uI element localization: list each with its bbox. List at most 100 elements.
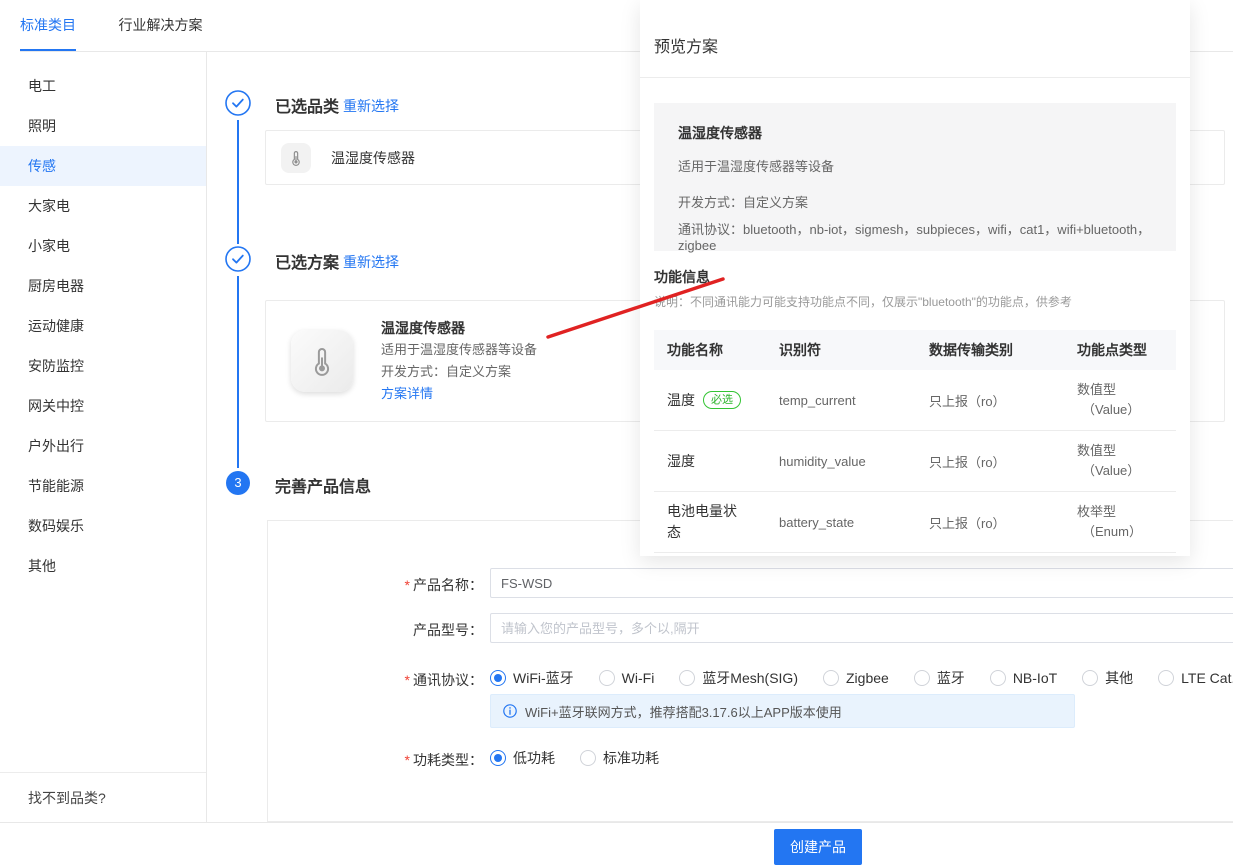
- footer-divider: [0, 822, 1233, 823]
- product-name-input[interactable]: [490, 568, 1233, 598]
- info-icon: [503, 704, 517, 718]
- sidebar-item-gateway[interactable]: 网关中控: [0, 386, 206, 426]
- step3-number-badge: 3: [226, 471, 250, 495]
- preview-protocols: 通讯协议：bluetooth，nb-iot，sigmesh，subpieces，…: [678, 219, 1152, 253]
- protocol-option-lte-cat1[interactable]: LTE Cat.1: [1158, 670, 1233, 686]
- sidebar-item-kitchen-appliance[interactable]: 厨房电器: [0, 266, 206, 306]
- table-row-humidity: 湿度 humidity_value 只上报（ro） 数值型（Value）: [654, 431, 1176, 492]
- protocol-hint-banner: WiFi+蓝牙联网方式，推荐搭配3.17.6以上APP版本使用: [490, 694, 1075, 728]
- cannot-find-category-link[interactable]: 找不到品类?: [0, 772, 206, 822]
- step2-title: 已选方案: [275, 249, 339, 273]
- required-mark: *: [405, 672, 410, 688]
- sidebar-item-large-appliance[interactable]: 大家电: [0, 186, 206, 226]
- dp-transfer-type: 只上报（ro）: [929, 513, 1077, 532]
- protocol-option-ble[interactable]: 蓝牙: [914, 668, 965, 688]
- required-mark: *: [405, 577, 410, 593]
- dp-identifier: temp_current: [779, 393, 929, 408]
- radio-icon[interactable]: [990, 670, 1006, 686]
- protocol-option-nbiot[interactable]: NB-IoT: [990, 670, 1057, 686]
- thermometer-icon: [281, 143, 311, 173]
- radio-icon[interactable]: [679, 670, 695, 686]
- required-mark: *: [405, 752, 410, 768]
- dp-name: 湿度: [667, 451, 695, 472]
- step3-title: 完善产品信息: [275, 473, 371, 497]
- table-row-battery: 电池电量状态 battery_state 只上报（ro） 枚举型（Enum）: [654, 492, 1176, 553]
- radio-icon[interactable]: [823, 670, 839, 686]
- protocol-radio-group: WiFi-蓝牙 Wi-Fi 蓝牙Mesh(SIG) Zigbee 蓝牙 NB-I…: [490, 668, 1233, 688]
- solution-name: 温湿度传感器: [381, 317, 537, 339]
- power-type-radio-group: 低功耗 标准功耗: [490, 748, 659, 768]
- function-table-header: 功能名称 识别符 数据传输类别 功能点类型: [654, 330, 1176, 370]
- dp-name: 温度: [667, 390, 695, 411]
- dp-data-type: 数值型（Value）: [1077, 441, 1176, 481]
- power-option-standard[interactable]: 标准功耗: [580, 748, 659, 768]
- function-info-note: 说明：不同通讯能力可能支持功能点不同，仅展示"bluetooth"的功能点，供参…: [654, 293, 1072, 310]
- protocol-label: *通讯协议：: [365, 670, 483, 690]
- step1-reselect-link[interactable]: 重新选择: [343, 96, 399, 116]
- dp-transfer-type: 只上报（ro）: [929, 391, 1077, 410]
- dp-identifier: battery_state: [779, 515, 929, 530]
- step2-check-icon: [225, 246, 251, 272]
- sidebar-item-digital-entertainment[interactable]: 数码娱乐: [0, 506, 206, 546]
- protocol-option-ble-mesh[interactable]: 蓝牙Mesh(SIG): [679, 668, 798, 688]
- product-model-input[interactable]: [490, 613, 1233, 643]
- radio-icon[interactable]: [580, 750, 596, 766]
- sidebar-item-sport-health[interactable]: 运动健康: [0, 306, 206, 346]
- protocol-option-other[interactable]: 其他: [1082, 668, 1133, 688]
- table-row-temperature: 温度必选 temp_current 只上报（ro） 数值型（Value）: [654, 370, 1176, 431]
- sidebar-item-electrical[interactable]: 电工: [0, 66, 206, 106]
- tab-industry-solution[interactable]: 行业解决方案: [118, 0, 202, 51]
- step-connector-2: [237, 276, 239, 468]
- solution-dev-mode: 开发方式：自定义方案: [381, 361, 537, 383]
- tab-standard-category[interactable]: 标准类目: [20, 0, 76, 51]
- protocol-option-wifi-ble[interactable]: WiFi-蓝牙: [490, 668, 574, 688]
- solution-info: 温湿度传感器 适用于温湿度传感器等设备 开发方式：自定义方案 方案详情: [381, 317, 537, 405]
- radio-icon[interactable]: [599, 670, 615, 686]
- power-type-label: *功耗类型：: [365, 750, 483, 770]
- radio-icon[interactable]: [1158, 670, 1174, 686]
- create-product-button[interactable]: 创建产品: [774, 829, 862, 865]
- sidebar-item-energy[interactable]: 节能能源: [0, 466, 206, 506]
- power-option-low[interactable]: 低功耗: [490, 748, 555, 768]
- preview-dev-mode: 开发方式：自定义方案: [678, 192, 1152, 211]
- dp-name: 电池电量状态: [667, 501, 749, 543]
- protocol-option-zigbee[interactable]: Zigbee: [823, 670, 889, 686]
- preview-solution-desc: 适用于温湿度传感器等设备: [678, 156, 1152, 175]
- selected-category-name: 温湿度传感器: [331, 148, 415, 168]
- sidebar-item-sensor[interactable]: 传感: [0, 146, 206, 186]
- sidebar-item-lighting[interactable]: 照明: [0, 106, 206, 146]
- solution-desc: 适用于温湿度传感器等设备: [381, 339, 537, 361]
- step1-check-icon: [225, 90, 251, 116]
- protocol-hint-text: WiFi+蓝牙联网方式，推荐搭配3.17.6以上APP版本使用: [525, 702, 842, 721]
- thermometer-icon-large: [291, 330, 353, 392]
- radio-selected-icon[interactable]: [490, 750, 506, 766]
- sidebar-item-small-appliance[interactable]: 小家电: [0, 226, 206, 266]
- radio-icon[interactable]: [1082, 670, 1098, 686]
- category-sidebar: 电工 照明 传感 大家电 小家电 厨房电器 运动健康 安防监控 网关中控 户外出…: [0, 52, 207, 822]
- product-model-label: 产品型号：: [365, 620, 483, 640]
- step2-reselect-link[interactable]: 重新选择: [343, 252, 399, 272]
- step1-title: 已选品类: [275, 93, 339, 117]
- step-connector-1: [237, 120, 239, 244]
- solution-preview-panel: 预览方案 温湿度传感器 适用于温湿度传感器等设备 开发方式：自定义方案 通讯协议…: [640, 0, 1190, 556]
- dp-identifier: humidity_value: [779, 454, 929, 469]
- category-list: 电工 照明 传感 大家电 小家电 厨房电器 运动健康 安防监控 网关中控 户外出…: [0, 52, 206, 586]
- sidebar-item-other[interactable]: 其他: [0, 546, 206, 586]
- radio-selected-icon[interactable]: [490, 670, 506, 686]
- function-table: 功能名称 识别符 数据传输类别 功能点类型 温度必选 temp_current …: [654, 330, 1176, 553]
- dp-data-type: 数值型（Value）: [1077, 380, 1176, 420]
- dp-transfer-type: 只上报（ro）: [929, 452, 1077, 471]
- solution-detail-link[interactable]: 方案详情: [381, 383, 537, 405]
- preview-divider: [640, 77, 1190, 78]
- protocol-option-wifi[interactable]: Wi-Fi: [599, 670, 655, 686]
- preview-solution-name: 温湿度传感器: [678, 123, 1152, 143]
- dp-data-type: 枚举型（Enum）: [1077, 502, 1176, 542]
- function-info-title: 功能信息: [654, 267, 710, 287]
- radio-icon[interactable]: [914, 670, 930, 686]
- preview-summary-box: 温湿度传感器 适用于温湿度传感器等设备 开发方式：自定义方案 通讯协议：blue…: [654, 103, 1176, 251]
- sidebar-item-security-monitor[interactable]: 安防监控: [0, 346, 206, 386]
- product-name-label: *产品名称：: [365, 575, 483, 595]
- required-badge: 必选: [703, 391, 741, 409]
- sidebar-item-outdoor-travel[interactable]: 户外出行: [0, 426, 206, 466]
- preview-title: 预览方案: [654, 33, 718, 57]
